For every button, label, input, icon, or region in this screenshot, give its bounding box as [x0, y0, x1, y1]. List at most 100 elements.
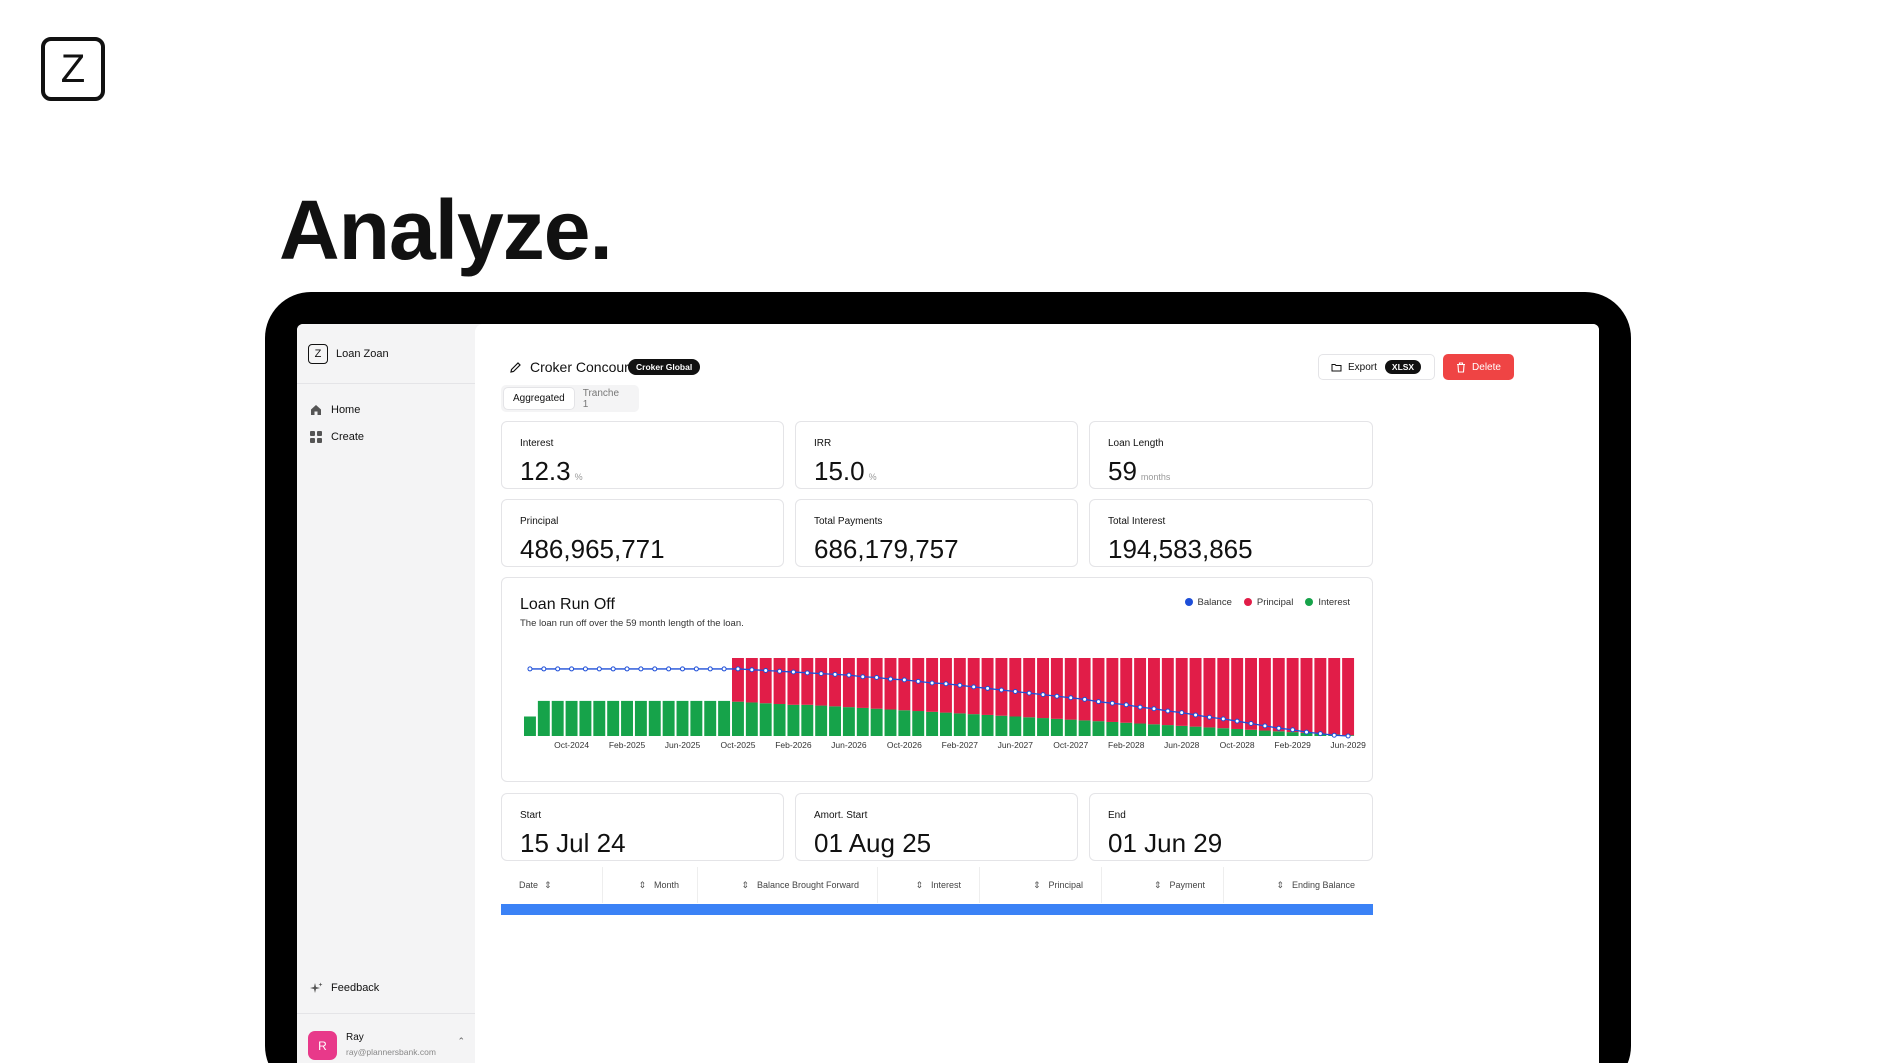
balance-point[interactable] [1151, 706, 1157, 712]
principal-bar[interactable] [1064, 658, 1077, 720]
interest-bar[interactable] [1217, 728, 1230, 736]
principal-bar[interactable] [1092, 658, 1105, 722]
tab-tranche-1[interactable]: Tranche 1 [574, 388, 636, 410]
balance-point[interactable] [1026, 690, 1032, 696]
balance-point[interactable] [610, 666, 616, 672]
principal-bar[interactable] [1106, 658, 1119, 722]
interest-bar[interactable] [1134, 723, 1147, 736]
interest-bar[interactable] [732, 701, 744, 736]
principal-bar[interactable] [995, 658, 1008, 716]
balance-point[interactable] [721, 666, 727, 672]
interest-bar[interactable] [1106, 721, 1119, 736]
interest-bar[interactable] [926, 711, 939, 736]
interest-bar[interactable] [1258, 730, 1271, 736]
export-button[interactable]: Export XLSX [1318, 354, 1435, 380]
interest-bar[interactable] [953, 713, 966, 736]
interest-bar[interactable] [634, 700, 647, 736]
balance-point[interactable] [1040, 692, 1046, 698]
interest-bar[interactable] [1120, 722, 1133, 736]
principal-bar[interactable] [1161, 658, 1174, 726]
balance-point[interactable] [1068, 695, 1074, 701]
interest-bar[interactable] [967, 714, 980, 736]
balance-point[interactable] [707, 666, 713, 672]
interest-bar[interactable] [1009, 716, 1022, 737]
principal-bar[interactable] [1342, 658, 1355, 736]
interest-bar[interactable] [648, 700, 661, 736]
interest-bar[interactable] [759, 703, 772, 736]
balance-point[interactable] [555, 666, 561, 672]
principal-bar[interactable] [1009, 658, 1022, 717]
balance-point[interactable] [832, 671, 838, 677]
interest-bar[interactable] [870, 708, 883, 736]
column-principal[interactable]: ⇕ Principal [980, 867, 1102, 903]
interest-bar[interactable] [662, 700, 675, 736]
interest-bar[interactable] [856, 707, 869, 736]
interest-bar[interactable] [607, 700, 620, 736]
interest-bar[interactable] [898, 710, 911, 736]
balance-point[interactable] [957, 682, 963, 688]
interest-bar[interactable] [565, 700, 578, 736]
interest-bar[interactable] [1175, 725, 1188, 736]
interest-bar[interactable] [1064, 719, 1077, 736]
principal-bar[interactable] [773, 658, 786, 705]
principal-bar[interactable] [1023, 658, 1036, 718]
balance-point[interactable] [804, 670, 810, 676]
interest-bar[interactable] [551, 700, 564, 736]
interest-bar[interactable] [842, 707, 855, 736]
interest-bar[interactable] [1203, 727, 1216, 736]
balance-point[interactable] [1137, 704, 1143, 710]
balance-point[interactable] [860, 674, 866, 680]
balance-point[interactable] [679, 666, 685, 672]
balance-point[interactable] [1206, 714, 1212, 720]
balance-point[interactable] [666, 666, 672, 672]
interest-bar[interactable] [704, 700, 717, 736]
tab-aggregated[interactable]: Aggregated [504, 388, 574, 409]
sidebar-header[interactable]: Z Loan Zoan [297, 324, 475, 384]
interest-bar[interactable] [1161, 725, 1174, 736]
interest-bar[interactable] [801, 704, 814, 736]
balance-point[interactable] [541, 666, 547, 672]
balance-point[interactable] [929, 680, 935, 686]
interest-bar[interactable] [718, 700, 731, 736]
interest-bar[interactable] [912, 711, 925, 736]
principal-bar[interactable] [1272, 658, 1285, 732]
balance-point[interactable] [818, 671, 824, 677]
principal-bar[interactable] [1328, 658, 1341, 735]
principal-bar[interactable] [1300, 658, 1313, 733]
balance-point[interactable] [1290, 727, 1296, 733]
principal-bar[interactable] [1314, 658, 1327, 734]
interest-bar[interactable] [621, 700, 633, 736]
balance-point[interactable] [1193, 712, 1199, 718]
interest-bar[interactable] [745, 702, 758, 736]
interest-bar[interactable] [940, 712, 952, 736]
sidebar-item-home[interactable]: Home [297, 396, 475, 423]
interest-bar[interactable] [773, 704, 786, 736]
sidebar-item-create[interactable]: Create [297, 423, 475, 450]
principal-bar[interactable] [870, 658, 883, 709]
interest-bar[interactable] [524, 716, 536, 737]
column-interest[interactable]: ⇕ Interest [878, 867, 980, 903]
balance-point[interactable] [1054, 693, 1060, 699]
interest-bar[interactable] [1037, 718, 1049, 736]
principal-bar[interactable] [1175, 658, 1188, 726]
balance-point[interactable] [763, 667, 769, 673]
balance-point[interactable] [1276, 725, 1282, 731]
balance-point[interactable] [693, 666, 699, 672]
balance-point[interactable] [874, 675, 880, 680]
interest-bar[interactable] [1092, 721, 1105, 736]
balance-point[interactable] [1082, 696, 1088, 702]
interest-bar[interactable] [1272, 731, 1285, 736]
interest-bar[interactable] [995, 715, 1008, 736]
balance-point[interactable] [735, 666, 741, 672]
principal-bar[interactable] [1050, 658, 1063, 719]
balance-point[interactable] [1095, 699, 1101, 705]
principal-bar[interactable] [1078, 658, 1091, 721]
balance-point[interactable] [569, 666, 575, 672]
balance-point[interactable] [596, 666, 602, 672]
balance-point[interactable] [1317, 731, 1323, 737]
balance-point[interactable] [1234, 718, 1240, 724]
principal-bar[interactable] [884, 658, 897, 710]
principal-bar[interactable] [1148, 658, 1160, 725]
principal-bar[interactable] [1258, 658, 1271, 731]
principal-bar[interactable] [1134, 658, 1147, 724]
